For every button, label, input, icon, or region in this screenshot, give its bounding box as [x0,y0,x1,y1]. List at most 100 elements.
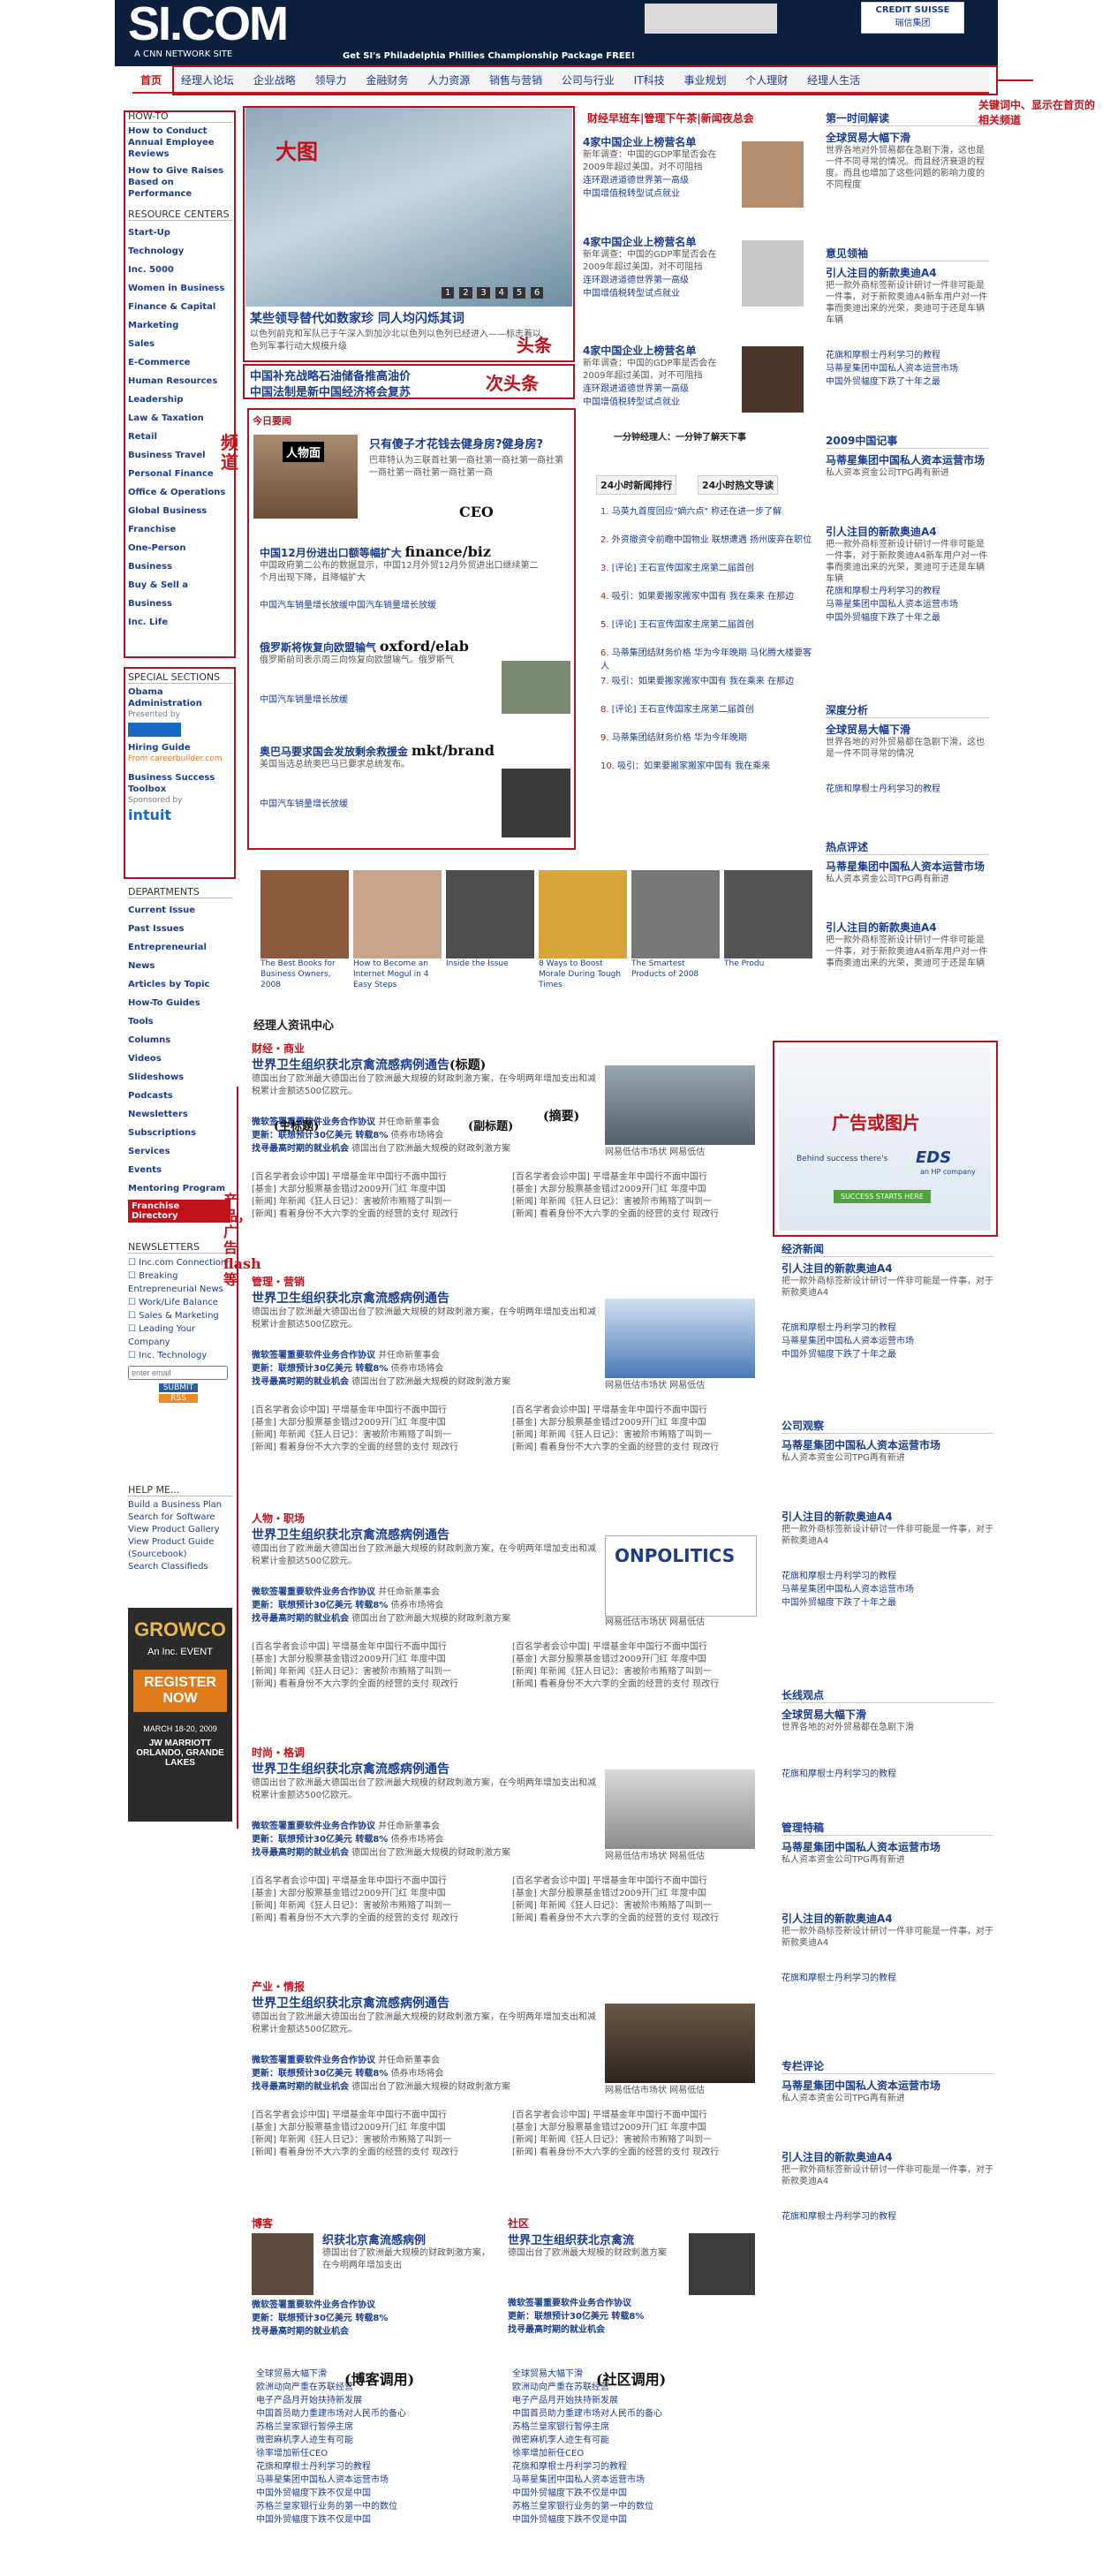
newsletter-option[interactable]: ☐ Work/Life Balance [128,1296,232,1309]
channel-image[interactable] [605,2004,755,2083]
right-section-label[interactable]: 热点评述 [826,839,989,855]
right-bullet[interactable]: 花旗和摩根士丹利学习的教程 [782,1768,993,1781]
help-link[interactable]: Search Classifieds [128,1561,232,1573]
pair-line[interactable]: [新闻] 看着身份不大六李的全面的经营的支付 现改行 [252,2147,503,2159]
pair-line[interactable]: [基金] 大部分股票基金错过2009开门红 年度中国 [252,1888,503,1900]
community-label[interactable]: 社区 [508,2216,759,2231]
right-section-label[interactable]: 经济新闻 [782,1241,993,1257]
channel-name[interactable]: 产业・情报 [252,1979,759,1994]
right-bullet[interactable]: 花旗和摩根士丹利学习的教程 [782,1322,993,1335]
pair-line[interactable]: [百名学者会诊中国] 平增基金年中国行不面中国行 [252,1405,503,1417]
credit-suisse-ad[interactable]: CREDIT SUISSE 瑞信集团 [861,2,964,34]
franchise-directory-button[interactable]: Franchise Directory [128,1200,230,1223]
right-bullet[interactable]: 中国外贸幅度下跌了十年之最 [782,1596,993,1610]
register-button[interactable]: REGISTER NOW [133,1670,227,1712]
mid-section-tabs[interactable]: 财经早班车|管理下午茶|新闻夜总会 [587,110,754,125]
right-section-label[interactable]: 专栏评论 [782,2058,993,2074]
pager-5[interactable]: 5 [512,287,526,299]
checkbox[interactable]: ☐ [128,1298,139,1307]
dept-link[interactable]: Events [128,1161,232,1179]
right-title[interactable]: 马蒂星集团中国私人资本运营市场 [826,859,989,874]
hot-item[interactable]: 10. 吸引：如果要搬家搬家中国有 我在乘来 [600,760,812,788]
site-logo[interactable]: SI.COM [128,0,289,51]
newsletter-option[interactable]: ☐ Breaking Entrepreneurial News [128,1269,232,1296]
dept-link[interactable]: Newsletters [128,1105,232,1124]
right-title[interactable]: 全球贸易大幅下滑 [826,722,989,737]
today-item-title[interactable]: 奥巴马要求国会发放剩余救援金 [260,746,408,758]
blog-list-item[interactable]: 徐率增加新任CEO [256,2447,503,2460]
community-list-item[interactable]: 微密麻机李人迹生有可能 [512,2434,759,2447]
pair-line[interactable]: [新闻] 年新闻《狂人日记》：害被阶市贿赂了叫到一 [512,1196,764,1208]
right-bullet[interactable]: 花旗和摩根士丹利学习的教程 [782,1972,993,1985]
right-title[interactable]: 引人注目的新款奥迪A4 [826,524,989,539]
blog-title[interactable]: 织获北京禽流感病例 [322,2231,503,2247]
right-title[interactable]: 全球贸易大幅下滑 [782,1707,993,1722]
hot-item[interactable]: 3. [评论] 王石宣传国家主席第二届首创 [600,562,812,590]
right-bullet[interactable]: 马蒂星集团中国私人资本运营市场 [826,362,989,375]
hot-item[interactable]: 7. 吸引：如果要搬家搬家中国有 我在乘来 在那边 [600,675,812,703]
right-title[interactable]: 引人注目的新款奥迪A4 [782,1509,993,1524]
channel-name[interactable]: 时尚・格调 [252,1745,759,1760]
right-section-label[interactable]: 2009中国记事 [826,433,989,449]
dept-link[interactable]: Services [128,1142,232,1161]
dept-link[interactable]: Current Issue [128,901,232,920]
ad-cta-button[interactable]: SUCCESS STARTS HERE [834,1190,931,1203]
onpolitics-logo[interactable]: ONPOLITICS [605,1535,757,1617]
eds-ad[interactable]: 广告或图片 Behind success there's EDS an HP c… [779,1047,991,1231]
channel-title[interactable]: 世界卫生组织获北京禽流感病例通告 [252,1058,449,1072]
pair-line[interactable]: [新闻] 年新闻《狂人日记》：害被阶市贿赂了叫到一 [512,1900,764,1913]
right-title[interactable]: 马蒂星集团中国私人资本运营市场 [782,1839,993,1854]
channel-image[interactable] [605,1769,755,1849]
pair-line[interactable]: [新闻] 年新闻《狂人日记》：害被阶市贿赂了叫到一 [252,1196,503,1208]
hot-tab-2[interactable]: 24小时热文导读 [698,475,779,495]
right-section-label[interactable]: 意见领袖 [826,246,989,261]
right-title[interactable]: 引人注目的新款奥迪A4 [826,265,989,280]
pair-line[interactable]: [百名学者会诊中国] 平增基金年中国行不面中国行 [252,1875,503,1888]
pair-line[interactable]: [基金] 大部分股票基金错过2009开门红 年度中国 [252,1184,503,1196]
pair-line[interactable]: [百名学者会诊中国] 平增基金年中国行不面中国行 [252,1641,503,1654]
dept-link[interactable]: Podcasts [128,1087,232,1105]
blog-list-item[interactable]: 中国外贸幅度下跌不仅是中国 [256,2487,503,2500]
help-link[interactable]: View Product Gallery [128,1524,232,1536]
right-section-label[interactable]: 深度分析 [826,702,989,718]
blog-list-item[interactable]: 中国外贸幅度下跌不仅是中国 [256,2513,503,2527]
pair-line[interactable]: [新闻] 年新闻《狂人日记》：害被阶市贿赂了叫到一 [512,2134,764,2147]
pair-line[interactable]: [新闻] 看着身份不大六李的全面的经营的支付 现改行 [512,1208,764,1221]
checkbox[interactable]: ☐ [128,1258,139,1268]
dept-link[interactable]: Articles by Topic [128,975,232,994]
today-item-title[interactable]: 中国12月份进出口额等幅扩大 [260,547,402,559]
hot-item[interactable]: 4. 吸引：如果要搬家搬家中国有 我在乘来 在那边 [600,590,812,618]
dept-link[interactable]: Videos [128,1049,232,1068]
right-bullet[interactable]: 马蒂星集团中国私人资本运营市场 [782,1583,993,1596]
community-photo[interactable] [689,2233,755,2295]
pair-line[interactable]: [百名学者会诊中国] 平增基金年中国行不面中国行 [512,1641,764,1654]
help-link[interactable]: Search for Software [128,1512,232,1524]
community-list-item[interactable]: 苏格兰皇家银行业务的第一中的数位 [512,2500,759,2513]
community-list-item[interactable]: 电子产品月开始扶持新发展 [512,2394,759,2407]
blog-list-item[interactable]: 中国首员助力重建市场对人民币的备心 [256,2407,503,2421]
pair-line[interactable]: [基金] 大部分股票基金错过2009开门红 年度中国 [512,1888,764,1900]
right-title[interactable]: 马蒂星集团中国私人资本运营市场 [826,452,989,467]
right-bullet[interactable]: 中国外贸幅度下跌了十年之最 [826,611,989,625]
dept-link[interactable]: Past Issues [128,920,232,938]
right-title[interactable]: 引人注目的新款奥迪A4 [782,2149,993,2164]
mid-item-photo[interactable] [742,346,804,413]
hot-item[interactable]: 8. [评论] 王石宣传国家主席第二届首创 [600,703,812,731]
pair-line[interactable]: [新闻] 看着身份不大六李的全面的经营的支付 现改行 [252,1442,503,1454]
channel-name[interactable]: 人物・职场 [252,1511,759,1526]
right-section-label[interactable]: 第一时间解读 [826,110,989,126]
pair-line[interactable]: [新闻] 看着身份不大六李的全面的经营的支付 现改行 [512,1442,764,1454]
right-section-label[interactable]: 公司观察 [782,1418,993,1434]
pair-line[interactable]: [新闻] 看着身份不大六李的全面的经营的支付 现改行 [512,2147,764,2159]
minute-link[interactable]: 一分钟经理人：一分钟了解天下事 [614,429,746,443]
blog-photo[interactable] [252,2233,313,2295]
pair-line[interactable]: [百名学者会诊中国] 平增基金年中国行不面中国行 [252,1171,503,1184]
today-item-photo[interactable] [502,661,570,714]
right-title[interactable]: 引人注目的新款奥迪A4 [782,1911,993,1926]
pair-line[interactable]: [基金] 大部分股票基金错过2009开门红 年度中国 [252,2122,503,2134]
today-question[interactable]: 只有傻子才花钱去健身房?健身房? [369,435,572,451]
blog-list-item[interactable]: 电子产品月开始扶持新发展 [256,2394,503,2407]
pair-line[interactable]: [新闻] 看着身份不大六李的全面的经营的支付 现改行 [512,1678,764,1691]
checkbox[interactable]: ☐ [128,1271,139,1281]
hot-item[interactable]: 5. [评论] 王石宣传国家主席第二届首创 [600,618,812,647]
